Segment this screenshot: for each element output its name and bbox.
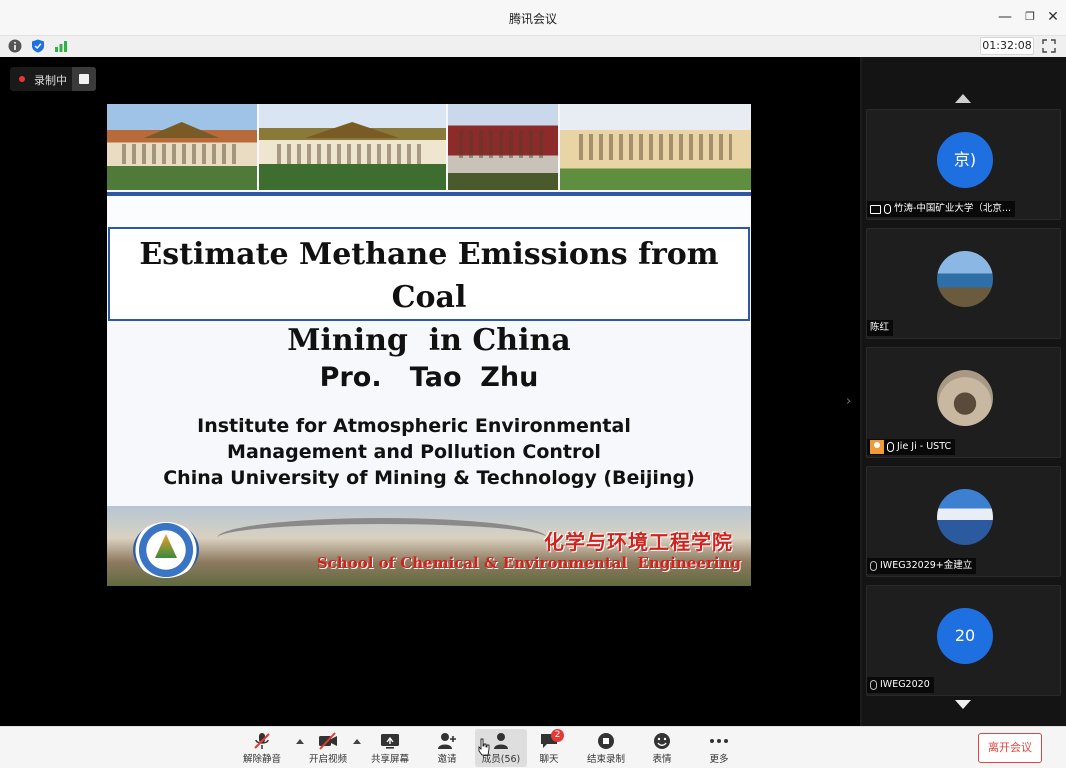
slide-title-box: Estimate Methane Emissions from Coal Min… [108,227,750,358]
reactions-button[interactable]: 表情 [636,729,688,767]
more-button[interactable]: 更多 [693,729,745,767]
participant-name: 竹涛-中国矿业大学（北京... [894,203,1011,214]
chat-button[interactable]: 2 聊天 [523,729,575,767]
participant-name: Jie Ji - USTC [897,441,952,452]
restore-icon[interactable]: ❐ [1019,6,1041,28]
signal-icon[interactable] [54,39,68,53]
slide-title: Estimate Methane Emissions from Coal Min… [110,233,748,362]
slide-stripe [107,196,751,226]
video-options-caret[interactable] [353,739,361,744]
participant-tile[interactable]: 20 IWEG2020 [866,585,1061,696]
mic-icon [887,442,894,452]
unmute-label: 解除静音 [242,754,281,765]
mic-muted-icon [870,680,877,690]
add-user-icon [438,733,456,749]
presenter-name: Pro. Tao Zhu [319,362,539,393]
title-bar: 腾讯会议 — ❐ ✕ [0,0,1066,36]
avatar [937,251,993,307]
avatar [937,489,993,545]
meeting-info-bar: 01:32:08 [0,36,1066,57]
campus-gate-image [217,518,547,558]
mic-icon [884,204,891,214]
chat-unread-badge: 2 [551,729,564,742]
members-icon [494,733,508,749]
mouse-cursor-icon [478,738,490,756]
presentation-slide: Estimate Methane Emissions from Coal Min… [107,104,751,586]
affiliation-line2: Management and Pollution Control [227,441,601,463]
participant-name: IWEG32029+金建立 [880,560,973,571]
end-recording-button[interactable]: 结束录制 [580,729,632,767]
more-icon [710,739,728,743]
participant-name-tag: IWEG2020 [867,677,934,693]
security-shield-icon[interactable] [31,39,45,53]
collapse-panel-icon[interactable]: › [846,394,851,409]
campus-photo [447,104,558,190]
chat-label: 聊天 [539,754,559,765]
participant-video-panel: 京) 竹涛-中国矿业大学（北京... 陈红 Jie Ji - USTC IWEG… [862,57,1066,726]
participant-name: IWEG2020 [880,679,930,690]
school-name-cn: 化学与环境工程学院 [544,530,733,554]
meeting-timer: 01:32:08 [980,37,1034,55]
campus-photo [107,104,257,190]
participant-name-tag: Jie Ji - USTC [867,439,956,455]
scroll-up-icon[interactable] [955,94,971,103]
screen-share-icon [870,204,881,214]
stop-record-icon [598,733,614,749]
close-icon[interactable]: ✕ [1042,6,1064,28]
slide-title-line1: Estimate Methane Emissions from Coal [139,237,719,315]
avatar: 京) [937,132,993,188]
leave-meeting-button[interactable]: 离开会议 [978,733,1042,763]
affiliation-line1: Institute for Atmospheric Environmental [197,415,631,437]
invite-button[interactable]: 邀请 [421,729,473,767]
participant-tile[interactable]: Jie Ji - USTC [866,347,1061,458]
campus-photo-strip [107,104,751,190]
participant-name-tag: IWEG32029+金建立 [867,558,977,574]
share-screen-button[interactable]: 共享屏幕 [364,729,416,767]
host-icon [870,440,884,454]
mic-muted-icon [870,561,877,571]
mic-muted-icon [254,733,270,749]
participant-tile[interactable]: 京) 竹涛-中国矿业大学（北京... [866,109,1061,220]
campus-photo [258,104,446,190]
video-off-icon [319,732,337,750]
slide-title-line2: Mining in China [287,323,571,358]
recording-label: 录制中 [34,74,67,87]
start-video-button[interactable]: 开启视频 [302,729,354,767]
scroll-down-icon[interactable] [955,700,971,709]
end-record-label: 结束录制 [586,754,625,765]
meeting-window: 腾讯会议 — ❐ ✕ 01:32:08 录制中 Estimate Methane… [0,0,1066,768]
participant-name-tag: 竹涛-中国矿业大学（北京... [867,201,1015,217]
avatar: 20 [937,608,993,664]
school-name-en: School of Chemical & Environmental Engin… [316,554,741,572]
recording-indicator: 录制中 [10,67,96,91]
share-label: 共享屏幕 [370,754,409,765]
emoji-icon [654,733,670,749]
reactions-label: 表情 [652,754,672,765]
meeting-toolbar: 解除静音 开启视频 共享屏幕 邀请 成员(56) 2 聊天 结束录制 表情 更多… [0,726,1066,768]
minimize-icon[interactable]: — [994,6,1016,28]
school-banner: 化学与环境工程学院 School of Chemical & Environme… [107,506,751,586]
participant-tile[interactable]: 陈红 [866,228,1061,339]
video-label: 开启视频 [308,754,347,765]
stop-recording-button[interactable] [72,67,96,91]
avatar [937,370,993,426]
participant-name-tag: 陈红 [867,320,894,336]
invite-label: 邀请 [437,754,457,765]
affiliation-line3: China University of Mining & Technology … [163,467,695,489]
unmute-button[interactable]: 解除静音 [236,729,288,767]
fullscreen-icon[interactable] [1042,39,1056,53]
more-label: 更多 [709,754,729,765]
participant-name: 陈红 [870,322,890,333]
campus-photo [559,104,751,190]
recording-dot-icon [19,76,25,82]
participant-tile[interactable]: IWEG32029+金建立 [866,466,1061,577]
share-screen-icon [381,734,399,749]
window-title: 腾讯会议 [508,12,557,26]
info-icon[interactable] [8,39,22,53]
